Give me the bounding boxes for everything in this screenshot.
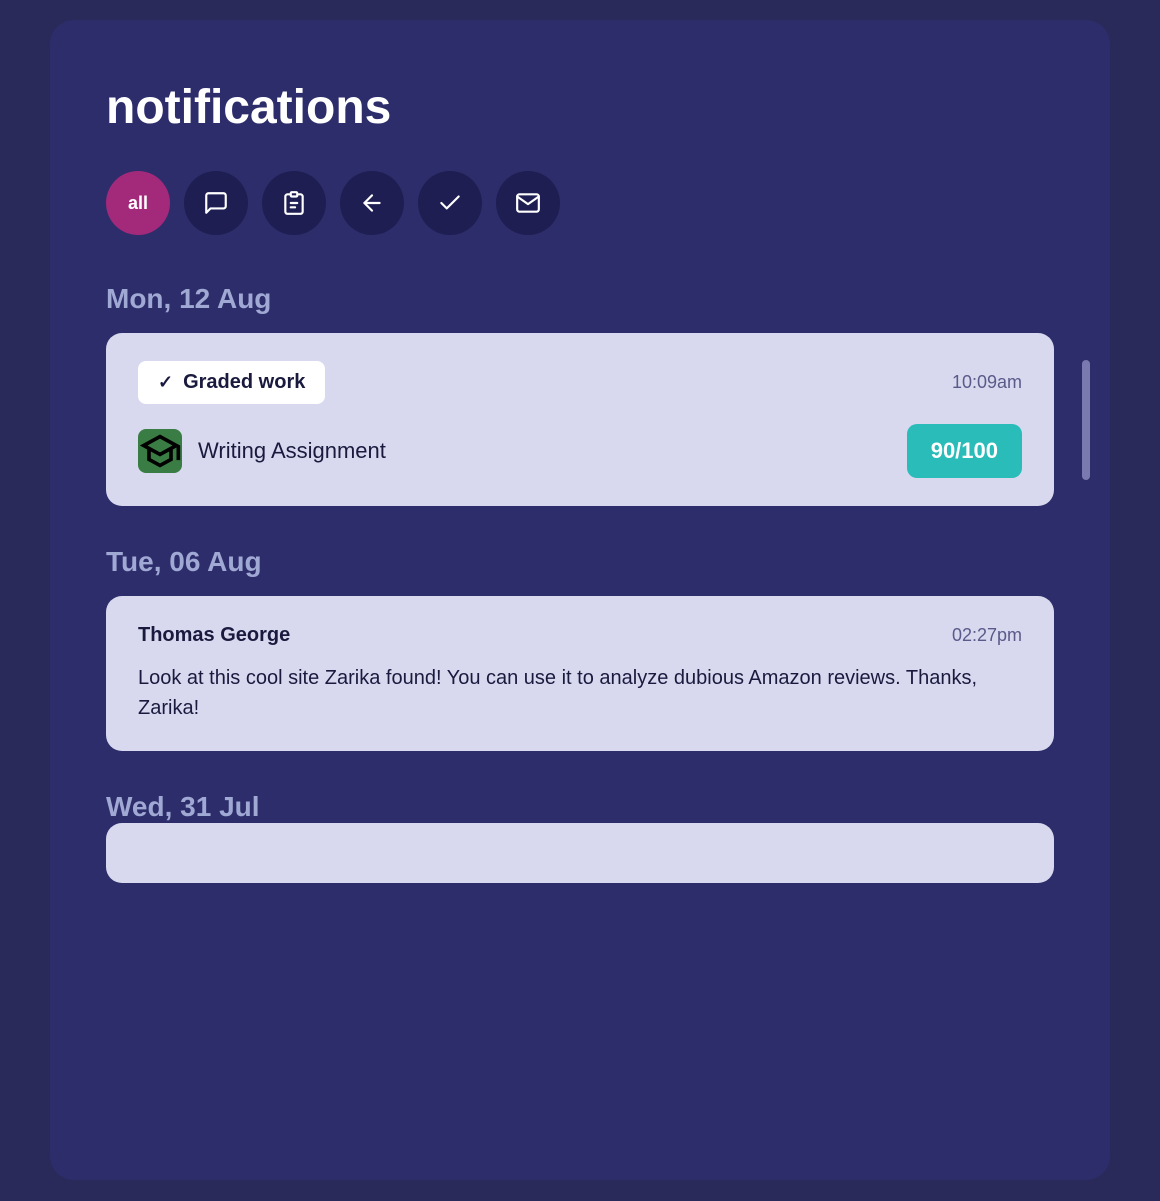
grade-badge[interactable]: 90/100 (907, 424, 1022, 478)
partial-card (106, 823, 1054, 883)
graded-work-badge: ✓ Graded work (138, 361, 325, 404)
filter-bar: all (106, 171, 1054, 235)
assignment-name: Writing Assignment (198, 438, 386, 464)
clipboard-icon (281, 190, 307, 216)
filter-back-button[interactable] (340, 171, 404, 235)
filter-all-button[interactable]: all (106, 171, 170, 235)
section-wed-31-jul: Wed, 31 Jul (106, 791, 1054, 883)
graded-work-label: Graded work (183, 371, 305, 394)
section-mon-12-aug: Mon, 12 Aug ✓ Graded work 10:09am Writin… (106, 283, 1054, 506)
filter-clipboard-button[interactable] (262, 171, 326, 235)
sender-name: Thomas George (138, 624, 290, 647)
mail-icon (515, 190, 541, 216)
section-tue-06-aug: Tue, 06 Aug Thomas George 02:27pm Look a… (106, 546, 1054, 751)
message-header: Thomas George 02:27pm (138, 624, 1022, 647)
classroom-svg-icon (138, 429, 182, 473)
classroom-icon (138, 429, 182, 473)
app-container: notifications all (50, 20, 1110, 1180)
message-time: 02:27pm (952, 625, 1022, 646)
section-date-mon: Mon, 12 Aug (106, 283, 1054, 315)
graded-work-card[interactable]: ✓ Graded work 10:09am Writing Assignment… (106, 333, 1054, 506)
page-title: notifications (106, 80, 1054, 135)
card-header: ✓ Graded work 10:09am (138, 361, 1022, 404)
check-badge-icon: ✓ (158, 372, 173, 393)
check-icon (437, 190, 463, 216)
chat-icon (203, 190, 229, 216)
filter-check-button[interactable] (418, 171, 482, 235)
filter-chat-button[interactable] (184, 171, 248, 235)
assignment-info: Writing Assignment (138, 429, 386, 473)
message-text: Look at this cool site Zarika found! You… (138, 663, 1022, 723)
section-date-wed: Wed, 31 Jul (106, 791, 1054, 823)
message-card[interactable]: Thomas George 02:27pm Look at this cool … (106, 596, 1054, 751)
assignment-row: Writing Assignment 90/100 (138, 424, 1022, 478)
arrow-left-icon (359, 190, 385, 216)
section-date-tue: Tue, 06 Aug (106, 546, 1054, 578)
graded-work-time: 10:09am (952, 372, 1022, 393)
scrollbar[interactable] (1082, 360, 1090, 480)
filter-mail-button[interactable] (496, 171, 560, 235)
